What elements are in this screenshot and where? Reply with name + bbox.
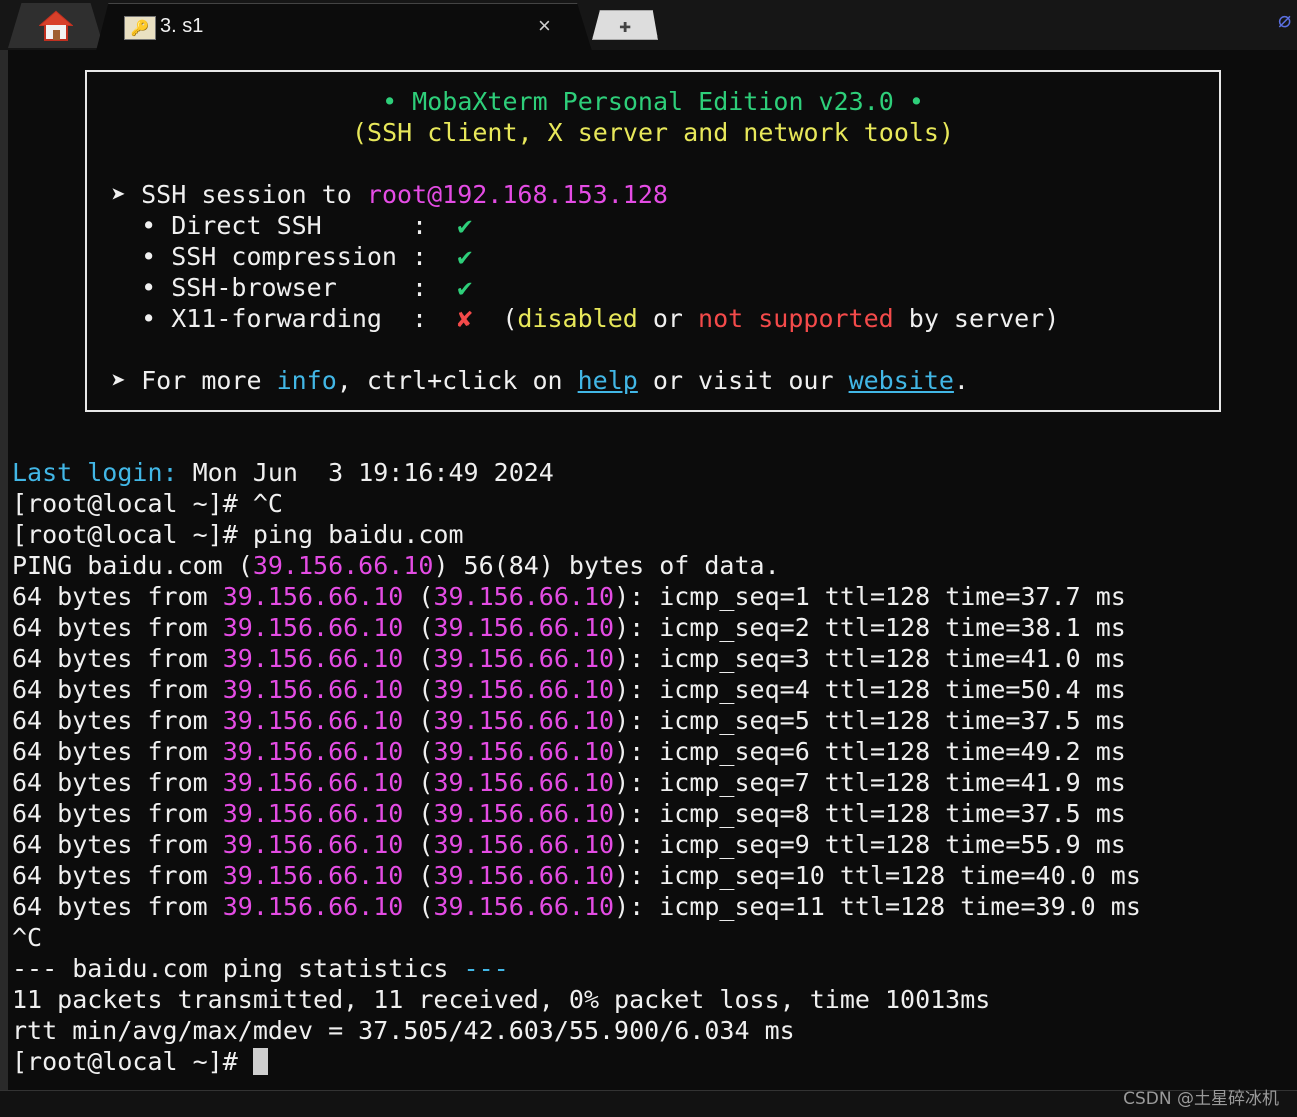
session-tab[interactable]: 🔑 3. s1 × (96, 3, 592, 51)
last-login-line: Last login: Mon Jun 3 19:16:49 2024 (12, 458, 554, 487)
welcome-banner: • MobaXterm Personal Edition v23.0 • (SS… (85, 70, 1221, 412)
arrow-icon: ➤ (111, 180, 127, 209)
website-link[interactable]: website (849, 366, 954, 395)
interrupt-line: ^C (12, 923, 43, 952)
new-tab-button[interactable]: ✚ (592, 10, 658, 40)
more-info-line: ➤ For more info, ctrl+click on help or v… (111, 366, 969, 395)
command-line: [root@local ~]# ping baidu.com (12, 520, 464, 549)
ping-reply-line: 64 bytes from 39.156.66.10 (39.156.66.10… (12, 582, 1126, 611)
ping-reply-line: 64 bytes from 39.156.66.10 (39.156.66.10… (12, 675, 1126, 704)
ping-reply-line: 64 bytes from 39.156.66.10 (39.156.66.10… (12, 706, 1126, 735)
ssh-session-line: ➤ SSH session to root@192.168.153.128 (111, 180, 668, 209)
rtt-line: rtt min/avg/max/mdev = 37.505/42.603/55.… (12, 1016, 795, 1045)
house-icon (39, 10, 73, 41)
session-tab-title: 3. s1 (160, 15, 204, 37)
home-tab[interactable] (8, 3, 104, 48)
key-icon: 🔑 (124, 16, 156, 40)
feature-x11-forwarding: • X11-forwarding : ✘ (disabled or not su… (111, 304, 1060, 333)
plus-icon: ✚ (618, 13, 632, 37)
ping-reply-line: 64 bytes from 39.156.66.10 (39.156.66.10… (12, 892, 1141, 921)
ping-reply-line: 64 bytes from 39.156.66.10 (39.156.66.10… (12, 768, 1126, 797)
final-prompt[interactable]: [root@local ~]# (12, 1046, 268, 1077)
ssh-host: root@192.168.153.128 (366, 180, 668, 209)
ping-reply-line: 64 bytes from 39.156.66.10 (39.156.66.10… (12, 644, 1126, 673)
check-icon: ✔ (457, 211, 473, 240)
ping-reply-line: 64 bytes from 39.156.66.10 (39.156.66.10… (12, 613, 1126, 642)
ping-reply-line: 64 bytes from 39.156.66.10 (39.156.66.10… (12, 830, 1126, 859)
ping-header: PING baidu.com (39.156.66.10) 56(84) byt… (12, 551, 780, 580)
tab-bar: 🔑 3. s1 × ✚ ⌀ (0, 0, 1297, 51)
watermark: CSDN @土星碎冰机 (1123, 1089, 1279, 1109)
help-link[interactable]: help (578, 366, 638, 395)
ping-reply-line: 64 bytes from 39.156.66.10 (39.156.66.10… (12, 861, 1141, 890)
close-icon[interactable]: × (538, 13, 551, 39)
ping-reply-line: 64 bytes from 39.156.66.10 (39.156.66.10… (12, 799, 1126, 828)
banner-title: • MobaXterm Personal Edition v23.0 • (382, 87, 924, 116)
arrow-icon: ➤ (111, 366, 127, 395)
left-edge (0, 50, 8, 1090)
feature-ssh-compression: • SSH compression : ✔ (111, 242, 473, 271)
feature-direct-ssh: • Direct SSH : ✔ (111, 211, 473, 240)
paperclip-icon[interactable]: ⌀ (1278, 8, 1291, 33)
stats-line: 11 packets transmitted, 11 received, 0% … (12, 985, 991, 1014)
prompt-line: [root@local ~]# ^C (12, 489, 283, 518)
feature-ssh-browser: • SSH-browser : ✔ (111, 273, 473, 302)
text-cursor (252, 1048, 268, 1075)
stats-header: --- baidu.com ping statistics --- (12, 954, 509, 983)
status-bar (0, 1090, 1297, 1117)
banner-subtitle: (SSH client, X server and network tools) (351, 118, 955, 147)
cross-icon: ✘ (457, 304, 473, 333)
check-icon: ✔ (457, 242, 473, 271)
check-icon: ✔ (457, 273, 473, 302)
info-text: info (276, 366, 337, 395)
ping-reply-line: 64 bytes from 39.156.66.10 (39.156.66.10… (12, 737, 1126, 766)
